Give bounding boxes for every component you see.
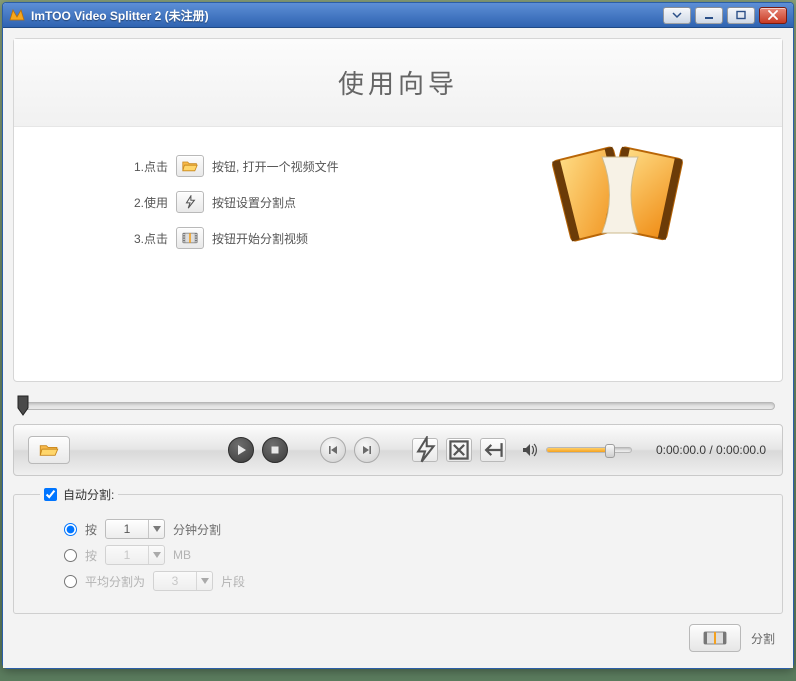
auto-split-group: 自动分割: 按 1 分钟分割 按 1 MB bbox=[13, 494, 783, 614]
split-tools bbox=[412, 438, 506, 462]
step-2-pre: 2.使用 bbox=[134, 194, 168, 211]
window-title: ImTOO Video Splitter 2 (未注册) bbox=[31, 7, 663, 24]
app-window: ImTOO Video Splitter 2 (未注册) 使用向导 bbox=[2, 2, 794, 669]
split-by-minutes-radio[interactable] bbox=[64, 523, 77, 536]
opt2-pre: 按 bbox=[85, 547, 97, 564]
minutes-value: 1 bbox=[106, 522, 148, 536]
opt1-post: 分钟分割 bbox=[173, 521, 221, 538]
splitter-hero-icon bbox=[542, 137, 692, 257]
size-combo[interactable]: 1 bbox=[105, 545, 165, 565]
minimize-button[interactable] bbox=[695, 7, 723, 24]
step-1-post: 按钮, 打开一个视频文件 bbox=[212, 158, 339, 175]
chevron-down-icon bbox=[196, 572, 212, 590]
opt2-post: MB bbox=[173, 548, 191, 562]
time-display: 0:00:00.0 / 0:00:00.0 bbox=[656, 443, 766, 457]
step-2-post: 按钮设置分割点 bbox=[212, 194, 296, 211]
client-area: 使用向导 1.点击 按钮, 打开一个视频文件 2.使用 按钮设置分割点 bbox=[3, 28, 793, 668]
split-by-minutes-row: 按 1 分钟分割 bbox=[64, 519, 764, 539]
auto-split-checkbox[interactable] bbox=[44, 488, 57, 501]
maximize-button[interactable] bbox=[727, 7, 755, 24]
auto-split-legend: 自动分割: bbox=[40, 486, 118, 503]
pieces-combo[interactable]: 3 bbox=[153, 571, 213, 591]
window-controls bbox=[663, 7, 787, 24]
folder-open-icon bbox=[176, 155, 204, 177]
open-file-button[interactable] bbox=[28, 436, 70, 464]
volume-knob[interactable] bbox=[605, 444, 615, 458]
chevron-down-icon bbox=[148, 520, 164, 538]
delete-splitpoint-button[interactable] bbox=[446, 438, 472, 462]
pieces-value: 3 bbox=[154, 574, 196, 588]
start-split-button[interactable] bbox=[689, 624, 741, 652]
opt3-post: 片段 bbox=[221, 573, 245, 590]
bottom-actions: 分割 bbox=[689, 624, 775, 652]
split-by-size-radio[interactable] bbox=[64, 549, 77, 562]
volume-slider[interactable] bbox=[546, 447, 632, 453]
titlebar: ImTOO Video Splitter 2 (未注册) bbox=[3, 3, 793, 28]
control-bar: 0:00:00.0 / 0:00:00.0 bbox=[13, 424, 783, 476]
opt1-pre: 按 bbox=[85, 521, 97, 538]
volume-fill bbox=[547, 448, 609, 452]
split-evenly-radio[interactable] bbox=[64, 575, 77, 588]
step-3-pre: 3.点击 bbox=[134, 230, 168, 247]
playback-controls bbox=[228, 437, 288, 463]
wizard-panel: 使用向导 1.点击 按钮, 打开一个视频文件 2.使用 按钮设置分割点 bbox=[13, 38, 783, 382]
lightning-icon bbox=[176, 191, 204, 213]
timeline[interactable] bbox=[13, 392, 783, 420]
next-frame-button[interactable] bbox=[354, 437, 380, 463]
volume-control bbox=[522, 443, 632, 457]
chevron-down-icon bbox=[148, 546, 164, 564]
wizard-heading: 使用向导 bbox=[338, 64, 458, 101]
opt3-pre: 平均分割为 bbox=[85, 573, 145, 590]
wizard-header: 使用向导 bbox=[14, 39, 782, 127]
size-value: 1 bbox=[106, 548, 148, 562]
step-controls bbox=[320, 437, 380, 463]
close-button[interactable] bbox=[759, 7, 787, 24]
split-evenly-row: 平均分割为 3 片段 bbox=[64, 571, 764, 591]
prev-frame-button[interactable] bbox=[320, 437, 346, 463]
timeline-track[interactable] bbox=[21, 402, 775, 410]
stop-button[interactable] bbox=[262, 437, 288, 463]
split-button-label: 分割 bbox=[751, 630, 775, 647]
step-1-pre: 1.点击 bbox=[134, 158, 168, 175]
auto-split-label: 自动分割: bbox=[63, 486, 114, 503]
split-by-size-row: 按 1 MB bbox=[64, 545, 764, 565]
app-icon bbox=[9, 7, 25, 23]
step-3-post: 按钮开始分割视频 bbox=[212, 230, 308, 247]
speaker-icon[interactable] bbox=[522, 443, 538, 457]
play-button[interactable] bbox=[228, 437, 254, 463]
goto-splitpoint-button[interactable] bbox=[480, 438, 506, 462]
minutes-combo[interactable]: 1 bbox=[105, 519, 165, 539]
wizard-body: 1.点击 按钮, 打开一个视频文件 2.使用 按钮设置分割点 3.点击 bbox=[14, 127, 782, 249]
window-dropdown-button[interactable] bbox=[663, 7, 691, 24]
set-splitpoint-button[interactable] bbox=[412, 438, 438, 462]
film-split-icon bbox=[176, 227, 204, 249]
timeline-thumb[interactable] bbox=[17, 395, 29, 417]
